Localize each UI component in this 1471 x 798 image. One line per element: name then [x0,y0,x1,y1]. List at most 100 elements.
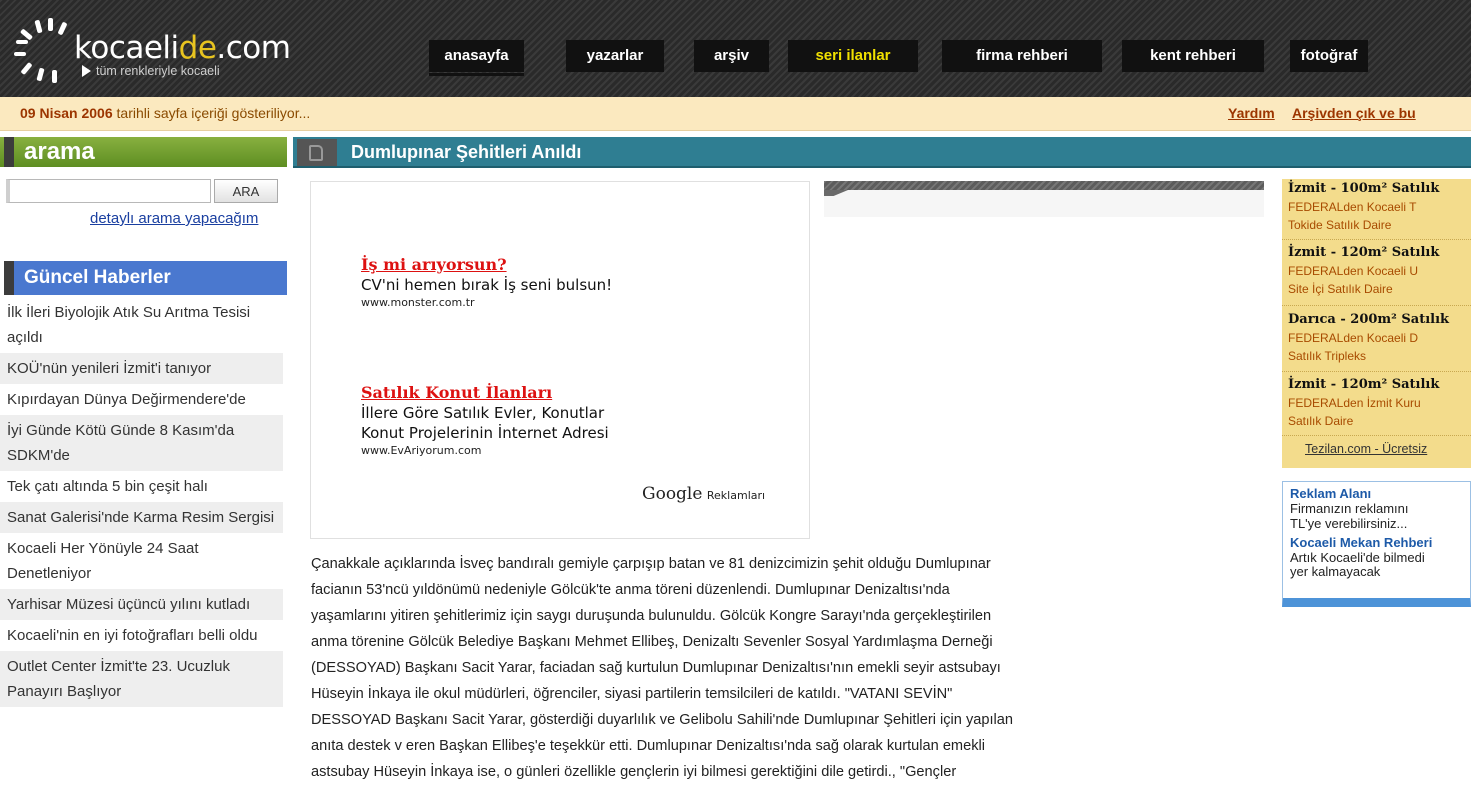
left-sidebar: arama ARA detaylı arama yapacağım Güncel… [0,131,287,798]
listing-desc: Satılık Tripleks [1288,349,1367,363]
logo-sunburst-icon [10,18,80,84]
archive-date: 09 Nisan 2006 [20,105,113,121]
listing-desc: Satılık Daire [1288,414,1354,428]
listing-title[interactable]: İzmit - 120m² Satılık [1288,243,1471,262]
news-item[interactable]: İlk İleri Biyolojik Atık Su Arıtma Tesis… [0,297,283,353]
logo-wordmark: kocaelide.com [74,30,291,66]
header-stripe [4,137,14,167]
article-line: Hüseyin İnkaya ile okul müdürleri, öğren… [311,686,953,702]
mekan-rehberi-title[interactable]: Kocaeli Mekan Rehberi [1290,535,1432,551]
logo-tagline: tüm renkleriyle kocaeli [96,64,220,78]
listing-desc: FEDERALden İzmit Kuru [1288,396,1421,410]
news-item[interactable]: KOÜ'nün yenileri İzmit'i tanıyor [0,353,283,384]
ad-url[interactable]: www.EvAriyorum.com [361,443,609,458]
listing-desc: Tokide Satılık Daire [1288,218,1392,232]
ad-url[interactable]: www.monster.com.tr [361,295,612,310]
article-body: Çanakkale açıklarında İsveç bandıralı ge… [311,551,1266,785]
nav-item[interactable]: fotoğraf [1290,40,1368,72]
archive-info-bar: 09 Nisan 2006 tarihli sayfa içeriği göst… [0,97,1471,131]
article-line: astsubay Hüseyin İnkaya ise, o günleri ö… [311,764,957,780]
news-item[interactable]: Kocaeli'nin en iyi fotoğrafları belli ol… [0,620,283,651]
google-ads-label[interactable]: Google Reklamları [642,484,765,504]
listing-title[interactable]: Darıca - 200m² Satılık [1288,310,1471,329]
article-line: facianın 53'ncü yıldönümü nedeniyle Gölc… [311,582,950,598]
listing-divider [1282,305,1471,306]
article-line: yaşamlarını yitiren şehitlerimiz için sa… [311,608,992,624]
ad-area-title[interactable]: Reklam Alanı [1290,486,1371,502]
news-item[interactable]: Kıpırdayan Dünya Değirmendere'de [0,384,283,415]
ad-text: Konut Projelerinin İnternet Adresi [361,424,609,442]
ad-title[interactable]: Satılık Konut İlanları [361,383,609,403]
listing-title[interactable]: İzmit - 120m² Satılık [1288,375,1471,394]
article-line: anıta destek v eren Başkan Ellibeş'e teş… [311,738,985,754]
header-stripe [4,261,14,295]
listing-desc: FEDERALden Kocaeli U [1288,264,1419,278]
search-input[interactable] [6,179,211,203]
archive-date-suffix: tarihli sayfa içeriği gösteriliyor... [112,105,311,121]
logo-arrow-icon [82,65,91,77]
listing-divider [1282,435,1471,436]
ad-area-text: TL'ye verebilirsiniz... [1290,516,1408,531]
ad-area-text: Firmanızın reklamını [1290,501,1409,516]
news-item[interactable]: Outlet Center İzmit'te 23. Ucuzluk Panay… [0,651,283,707]
listing-item[interactable]: İzmit - 100m² Satılık FEDERALden Kocaeli… [1288,179,1471,234]
site-logo[interactable]: kocaelide.com tüm renkleriyle kocaeli [10,18,291,83]
article-title: Dumlupınar Şehitleri Anıldı [351,142,582,162]
listing-item[interactable]: Darıca - 200m² Satılık FEDERALden Kocael… [1288,310,1471,365]
listing-desc: FEDERALden Kocaeli T [1288,200,1417,214]
ad-title[interactable]: İş mi arıyorsun? [361,255,612,275]
listing-item[interactable]: İzmit - 120m² Satılık FEDERALden Kocaeli… [1288,243,1471,298]
site-header: kocaelide.com tüm renkleriyle kocaeli an… [0,0,1471,97]
news-item[interactable]: Kocaeli Her Yönüyle 24 Saat Denetleniyor [0,533,283,589]
news-list: İlk İleri Biyolojik Atık Su Arıtma Tesis… [0,297,283,707]
nav-item[interactable]: seri ilanlar [788,40,918,72]
tezilan-link[interactable]: Tezilan.com - Ücretsiz [1305,442,1427,456]
news-item[interactable]: İyi Günde Kötü Günde 8 Kasım'da SDKM'de [0,415,283,471]
document-icon [309,145,323,161]
ad-item[interactable]: İş mi arıyorsun? CV'ni hemen bırak İş se… [361,255,612,310]
decorative-banner [824,181,1264,217]
news-item[interactable]: Sanat Galerisi'nde Karma Resim Sergisi [0,502,283,533]
banner-tab [824,190,848,196]
archive-exit-link[interactable]: Arşivden çık ve bu [1292,105,1416,121]
nav-item[interactable]: firma rehberi [942,40,1102,72]
news-section-title: Güncel Haberler [24,267,171,288]
nav-item[interactable]: yazarlar [566,40,664,72]
news-item[interactable]: Yarhisar Müzesi üçüncü yılını kutladı [0,589,283,620]
google-brand: Google [642,484,703,504]
banner-stripe [824,181,1264,190]
article-line: DESSOYAD Başkanı Sacit Yarar, gösterdiği… [311,712,1014,728]
article-icon-box [297,139,337,166]
google-ads-box: İş mi arıyorsun? CV'ni hemen bırak İş se… [310,181,810,539]
search-button[interactable]: ARA [214,179,278,203]
nav-active-indicator [429,73,524,76]
article-title-bar: Dumlupınar Şehitleri Anıldı [293,137,1471,168]
news-section-header: Güncel Haberler [4,261,287,295]
ad-text: CV'ni hemen bırak İş seni bulsun! [361,276,613,294]
nav-item[interactable]: arşiv [694,40,769,72]
listing-divider [1282,239,1471,240]
main-content: Dumlupınar Şehitleri Anıldı İş mi arıyor… [293,131,1471,798]
nav-item[interactable]: kent rehberi [1122,40,1264,72]
search-section-header: arama [0,137,287,167]
ad-text: İllere Göre Satılık Evler, Konutlar [361,404,605,422]
article-line: anma törenine Gölcük Belediye Başkanı Me… [311,634,993,650]
news-item[interactable]: Tek çatı altında 5 bin çeşit halı [0,471,283,502]
listing-desc: Site İçi Satılık Daire [1288,282,1393,296]
help-link[interactable]: Yardım [1228,105,1275,121]
real-estate-listings: İzmit - 100m² Satılık FEDERALden Kocaeli… [1282,179,1471,468]
ad-area-box: Reklam Alanı Firmanızın reklamını TL'ye … [1282,481,1471,607]
search-section-title: arama [24,138,95,165]
ad-area-text: Artık Kocaeli'de bilmedi [1290,550,1425,565]
ad-item[interactable]: Satılık Konut İlanları İllere Göre Satıl… [361,383,609,458]
archive-date-notice: 09 Nisan 2006 tarihli sayfa içeriği göst… [20,105,310,121]
google-ads-text: Reklamları [706,489,766,502]
listing-item[interactable]: İzmit - 120m² Satılık FEDERALden İzmit K… [1288,375,1471,430]
article-line: Çanakkale açıklarında İsveç bandıralı ge… [311,556,991,572]
listing-title[interactable]: İzmit - 100m² Satılık [1288,179,1471,198]
article-line: (DESSOYAD) Başkanı Sacit Yarar, faciadan… [311,660,1001,676]
detailed-search-link[interactable]: detaylı arama yapacağım [90,210,258,227]
nav-item[interactable]: anasayfa [429,40,524,72]
ad-area-text: yer kalmayacak [1290,564,1381,579]
listing-desc: FEDERALden Kocaeli D [1288,331,1419,345]
